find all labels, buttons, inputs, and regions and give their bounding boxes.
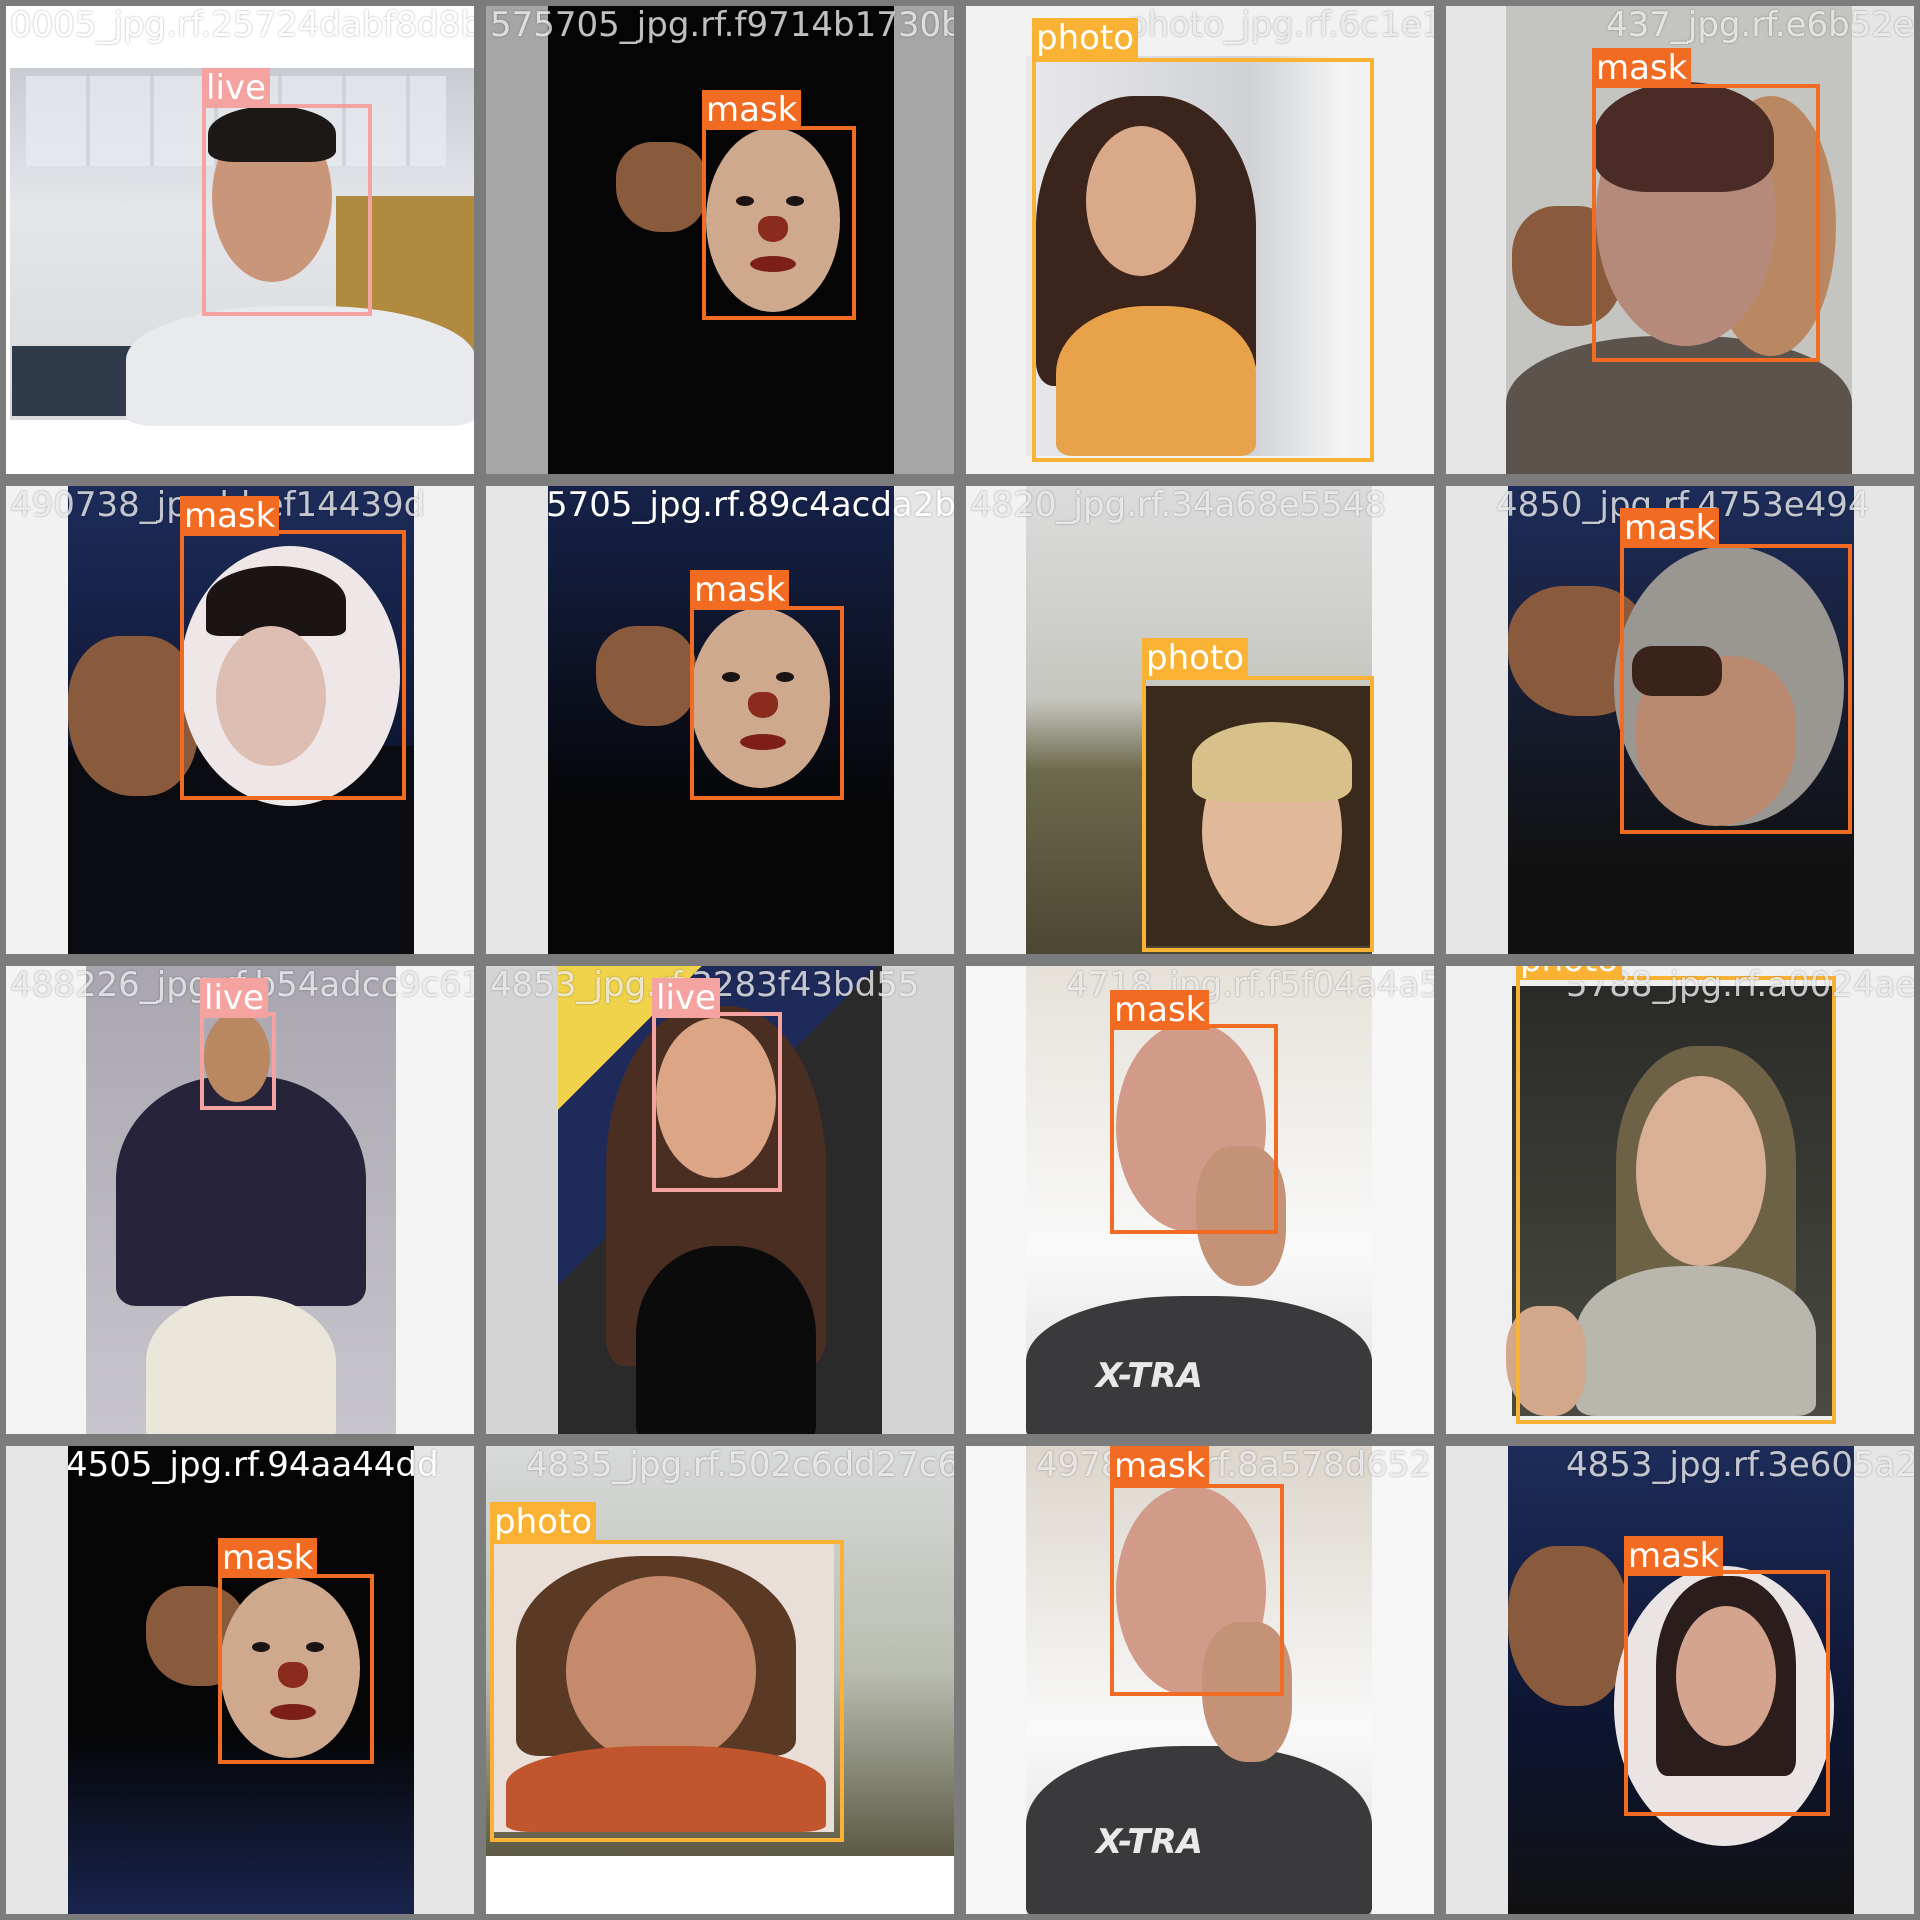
filename-label: 4835_jpg.rf.502c6dd27c6 bbox=[526, 1445, 960, 1485]
class-label: photo bbox=[1032, 18, 1139, 58]
class-label: mask bbox=[1110, 990, 1210, 1030]
man-shirt bbox=[116, 1076, 366, 1306]
hand bbox=[1508, 1546, 1628, 1706]
class-label: mask bbox=[1110, 1446, 1210, 1486]
class-label: mask bbox=[690, 570, 790, 610]
detection-box bbox=[1142, 676, 1374, 952]
class-label: live bbox=[202, 68, 270, 108]
tile-15[interactable]: X-TRA mask 4978_jpg.rf.8a578d652 bbox=[960, 1440, 1440, 1920]
class-label: mask bbox=[180, 496, 280, 536]
detection-box bbox=[1110, 1024, 1278, 1234]
tile-2[interactable]: mask 575705_jpg.rf.f9714b1730b4c9fa01278… bbox=[480, 0, 960, 480]
filename-label: 4978_jpg.rf.8a578d652 bbox=[1036, 1445, 1432, 1485]
filename-label: photo_jpg.rf.6c1e1a1e52b069377 bbox=[1126, 5, 1440, 45]
class-label: mask bbox=[1592, 48, 1692, 88]
filename-label: 575705_jpg.rf.f9714b1730b4c9fa012781 bbox=[490, 5, 954, 45]
tile-3[interactable]: photo photo_jpg.rf.6c1e1a1e52b069377 bbox=[960, 0, 1440, 480]
shirt-logo: X-TRA bbox=[1096, 1822, 1203, 1862]
tile-4[interactable]: mask 437_jpg.rf.e6b52e9a bbox=[1440, 0, 1920, 480]
class-label: live bbox=[200, 978, 268, 1018]
tile-9[interactable]: live 488226_jpg.rf.b54adcc9c615 bbox=[0, 960, 480, 1440]
tile-16[interactable]: mask 4853_jpg.rf.3e605a2248 bbox=[1440, 1440, 1920, 1920]
detection-box bbox=[200, 1012, 276, 1110]
tile-8[interactable]: mask 4850_jpg.rf.4753e494 bbox=[1440, 480, 1920, 960]
class-label: photo bbox=[490, 1502, 597, 1542]
detection-box bbox=[1516, 976, 1836, 1424]
hand bbox=[596, 626, 696, 726]
filename-label: 5705_jpg.rf.89c4acda2b4 bbox=[546, 485, 960, 525]
class-label: mask bbox=[1624, 1536, 1724, 1576]
hand bbox=[616, 142, 706, 232]
class-label: mask bbox=[1620, 508, 1720, 548]
detection-box bbox=[218, 1574, 374, 1764]
man-torso bbox=[126, 306, 474, 426]
detection-box bbox=[1592, 84, 1820, 362]
filename-label: 437_jpg.rf.e6b52e9a bbox=[1606, 5, 1914, 45]
tile-6[interactable]: mask 5705_jpg.rf.89c4acda2b4 bbox=[480, 480, 960, 960]
tile-11[interactable]: X-TRA mask 4718_jpg.rf.f5f04a4a53e5 bbox=[960, 960, 1440, 1440]
class-label: photo bbox=[1516, 966, 1623, 980]
detection-box bbox=[1032, 58, 1374, 462]
detection-box bbox=[1624, 1570, 1830, 1816]
tile-1[interactable]: live 0005_jpg.rf.25724dabf8d8b5 bbox=[0, 0, 480, 480]
tile-12[interactable]: photo 5788_jpg.rf.a0024aee113 bbox=[1440, 960, 1920, 1440]
man-trousers bbox=[146, 1296, 336, 1434]
detection-box bbox=[690, 606, 844, 800]
detection-box bbox=[652, 1012, 782, 1192]
detection-box bbox=[1110, 1484, 1284, 1696]
tile-7[interactable]: photo 4820_jpg.rf.34a68e5548 bbox=[960, 480, 1440, 960]
tile-5[interactable]: mask 490738_jp abbef14439d bbox=[0, 480, 480, 960]
tile-10[interactable]: live 4853_jpg.rf.3283f43bd55 bbox=[480, 960, 960, 1440]
filename-label: 4853_jpg.rf.3e605a2248 bbox=[1566, 1445, 1918, 1485]
filename-label: 4820_jpg.rf.34a68e5548 bbox=[970, 485, 1387, 525]
woman-top bbox=[636, 1246, 816, 1434]
filename-label: 0005_jpg.rf.25724dabf8d8b5 bbox=[10, 5, 480, 45]
hand bbox=[68, 636, 198, 796]
detection-box bbox=[1620, 544, 1852, 834]
tile-14[interactable]: photo 4835_jpg.rf.502c6dd27c6 bbox=[480, 1440, 960, 1920]
class-label: photo bbox=[1142, 638, 1249, 678]
detection-box bbox=[490, 1540, 844, 1842]
image-grid: live 0005_jpg.rf.25724dabf8d8b5 mask 575… bbox=[0, 0, 1920, 1920]
shirt-logo: X-TRA bbox=[1096, 1356, 1203, 1396]
class-label: mask bbox=[218, 1538, 318, 1578]
filename-label: 4505_jpg.rf.94aa44dd bbox=[66, 1445, 439, 1485]
detection-box bbox=[702, 126, 856, 320]
detection-box bbox=[202, 104, 372, 316]
detection-box bbox=[180, 530, 406, 800]
class-label: live bbox=[652, 978, 720, 1018]
class-label: mask bbox=[702, 90, 802, 130]
tile-13[interactable]: mask 4505_jpg.rf.94aa44dd bbox=[0, 1440, 480, 1920]
